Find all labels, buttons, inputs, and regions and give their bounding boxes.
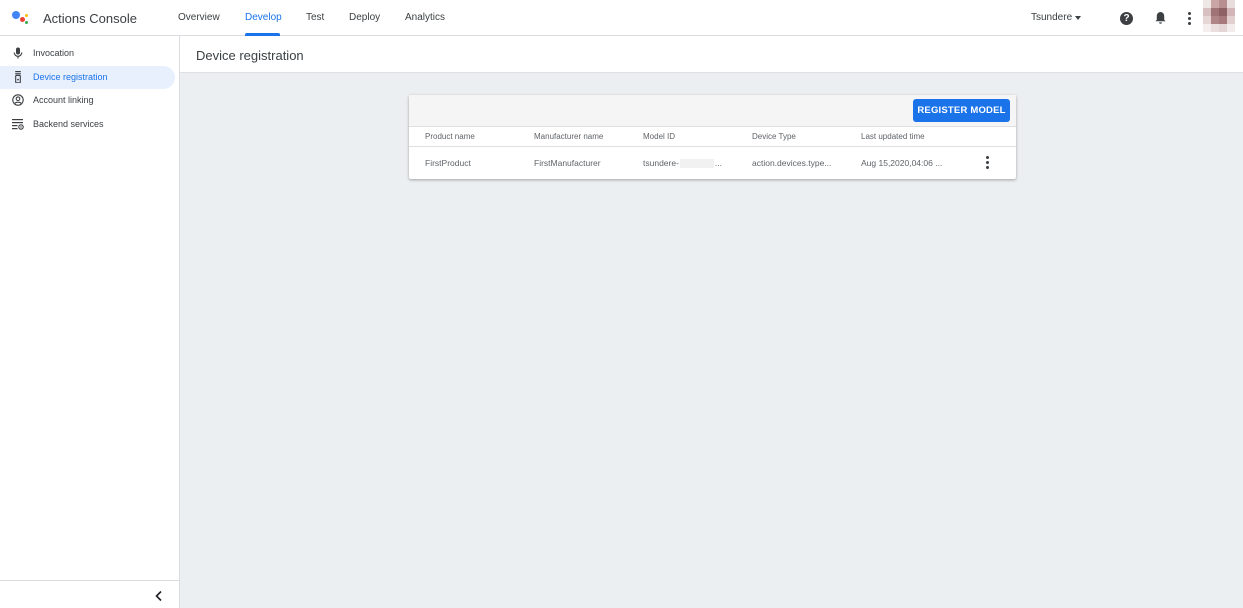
avatar[interactable]: [1203, 0, 1235, 32]
tab-analytics[interactable]: Analytics: [405, 12, 445, 23]
device-icon: [15, 70, 21, 83]
table-header-divider: [409, 146, 1016, 147]
cell-last-updated-time: Aug 15,2020,04:06 ...: [861, 158, 943, 168]
model-id-suffix: ...: [714, 158, 723, 168]
model-id-prefix: tsundere-: [643, 158, 679, 168]
sidebar-item-label: Backend services: [33, 118, 104, 129]
column-header-model-id[interactable]: Model ID: [643, 132, 675, 141]
top-app-bar: Actions Console Overview Develop Test De…: [0, 0, 1243, 36]
cell-device-type: action.devices.type...: [752, 158, 832, 168]
project-selector[interactable]: Tsundere: [1031, 12, 1072, 23]
cell-model-id: tsundere-...: [643, 158, 723, 169]
tab-develop[interactable]: Develop: [245, 12, 282, 23]
page-header: Device registration: [180, 36, 1243, 73]
tab-test[interactable]: Test: [306, 12, 324, 23]
account-circle-icon: [12, 94, 24, 106]
sidebar-divider: [0, 580, 179, 581]
sidebar-item-device-registration[interactable]: Device registration: [0, 65, 175, 89]
more-vert-icon[interactable]: [1188, 12, 1192, 25]
sidebar-item-account-linking[interactable]: Account linking: [0, 89, 175, 112]
tab-overview[interactable]: Overview: [178, 12, 220, 23]
settings-list-icon: [12, 118, 24, 130]
mic-icon: [13, 47, 23, 59]
dropdown-arrow-icon[interactable]: [1075, 16, 1081, 20]
register-model-button[interactable]: REGISTER MODEL: [913, 99, 1010, 122]
column-header-last-updated-time[interactable]: Last updated time: [861, 132, 925, 141]
cell-manufacturer-name: FirstManufacturer: [534, 158, 601, 168]
sidebar-item-label: Account linking: [33, 95, 94, 105]
page-title: Device registration: [196, 48, 304, 63]
row-more-vert-icon[interactable]: [986, 156, 990, 170]
tab-deploy[interactable]: Deploy: [349, 12, 380, 23]
app-title: Actions Console: [43, 11, 137, 26]
main-content: Device registration REGISTER MODEL Produ…: [180, 36, 1243, 608]
bell-icon[interactable]: [1154, 11, 1167, 25]
redacted-block: [679, 159, 714, 169]
sidebar-item-backend-services[interactable]: Backend services: [0, 113, 175, 136]
google-assistant-logo-icon: [12, 10, 30, 26]
sidebar-item-invocation[interactable]: Invocation: [0, 42, 175, 65]
sidebar: Invocation Device registration Account l…: [0, 36, 180, 608]
device-models-card: REGISTER MODEL Product name Manufacturer…: [409, 95, 1016, 179]
column-header-device-type[interactable]: Device Type: [752, 132, 796, 141]
column-header-manufacturer-name[interactable]: Manufacturer name: [534, 132, 603, 141]
chevron-left-icon[interactable]: [152, 589, 166, 603]
sidebar-item-label: Device registration: [33, 71, 108, 82]
column-header-product-name[interactable]: Product name: [425, 132, 475, 141]
help-icon[interactable]: ?: [1120, 12, 1133, 25]
cell-product-name: FirstProduct: [425, 158, 471, 168]
sidebar-item-label: Invocation: [33, 48, 75, 58]
